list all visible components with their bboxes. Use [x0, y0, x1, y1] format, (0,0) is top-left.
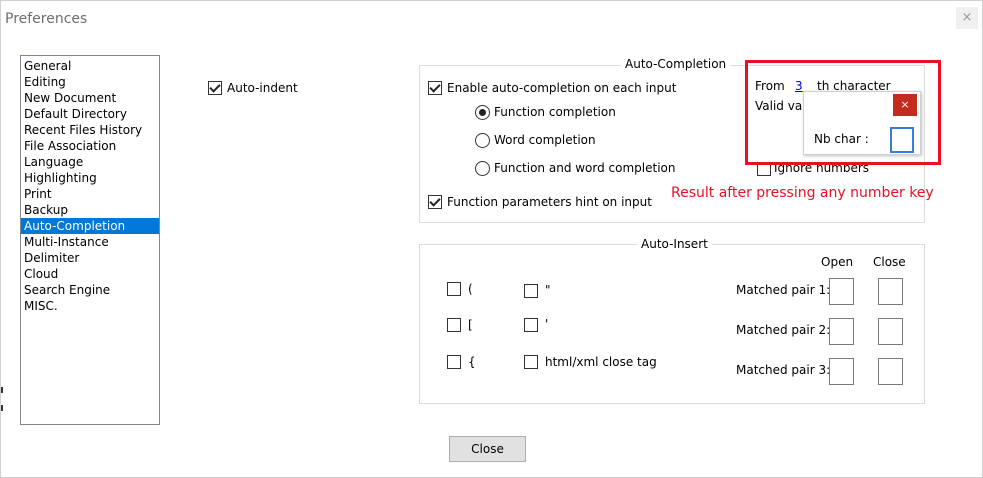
matched-pair-1-label: Matched pair 1:: [736, 283, 831, 297]
category-item-new-document[interactable]: New Document: [21, 90, 159, 106]
category-item-highlighting[interactable]: Highlighting: [21, 170, 159, 186]
category-item-recent-files-history[interactable]: Recent Files History: [21, 122, 159, 138]
auto-indent-label: Auto-indent: [227, 81, 298, 95]
bracket-label: [: [468, 318, 473, 332]
function-parameters-hint-checkbox[interactable]: [428, 195, 442, 209]
category-item-editing[interactable]: Editing: [21, 74, 159, 90]
open-header: Open: [821, 255, 854, 269]
single-quote-label: ': [545, 317, 549, 331]
double-quote-label: ": [545, 283, 551, 297]
matched-pair-2-close-input[interactable]: [878, 318, 903, 345]
window-close-icon[interactable]: ×: [956, 7, 978, 29]
word-completion-radio[interactable]: [475, 133, 490, 148]
word-completion-label: Word completion: [494, 133, 596, 147]
category-item-print[interactable]: Print: [21, 186, 159, 202]
function-completion-radio[interactable]: [475, 105, 490, 120]
matched-pair-3-close-input[interactable]: [878, 358, 903, 385]
paren-label: (: [468, 282, 473, 296]
preferences-window: Preferences × General Editing New Docume…: [0, 0, 983, 478]
single-quote-checkbox[interactable]: [524, 318, 538, 332]
left-edge-mark: [1, 405, 3, 411]
matched-pair-3-label: Matched pair 3:: [736, 363, 831, 377]
function-parameters-hint-label: Function parameters hint on input: [447, 195, 652, 209]
left-edge-mark: [1, 387, 3, 393]
enable-auto-completion-label: Enable auto-completion on each input: [447, 81, 677, 95]
paren-checkbox[interactable]: [447, 282, 461, 296]
matched-pair-1-open-input[interactable]: [829, 278, 854, 305]
auto-completion-title: Auto-Completion: [621, 57, 731, 71]
annotation-note: Result after pressing any number key: [671, 185, 934, 201]
matched-pair-3-open-input[interactable]: [829, 358, 854, 385]
category-item-general[interactable]: General: [21, 58, 159, 74]
function-completion-label: Function completion: [494, 105, 616, 119]
function-and-word-completion-radio[interactable]: [475, 161, 490, 176]
auto-insert-title: Auto-Insert: [637, 237, 712, 251]
brace-checkbox[interactable]: [447, 355, 461, 369]
category-item-delimiter[interactable]: Delimiter: [21, 250, 159, 266]
category-item-misc[interactable]: MISC.: [21, 298, 159, 314]
close-header: Close: [873, 255, 906, 269]
enable-auto-completion-checkbox[interactable]: [428, 81, 442, 95]
category-item-default-directory[interactable]: Default Directory: [21, 106, 159, 122]
matched-pair-1-close-input[interactable]: [878, 278, 903, 305]
category-item-file-association[interactable]: File Association: [21, 138, 159, 154]
brace-label: {: [468, 355, 476, 369]
category-item-backup[interactable]: Backup: [21, 202, 159, 218]
bracket-checkbox[interactable]: [447, 318, 461, 332]
double-quote-checkbox[interactable]: [524, 284, 538, 298]
nb-char-label: Nb char :: [814, 132, 869, 146]
matched-pair-2-open-input[interactable]: [829, 318, 854, 345]
close-button[interactable]: Close: [449, 436, 526, 462]
matched-pair-2-label: Matched pair 2:: [736, 323, 831, 337]
html-close-tag-checkbox[interactable]: [524, 355, 538, 369]
category-list[interactable]: General Editing New Document Default Dir…: [20, 55, 160, 425]
html-close-tag-label: html/xml close tag: [545, 355, 657, 369]
category-item-search-engine[interactable]: Search Engine: [21, 282, 159, 298]
function-and-word-completion-label: Function and word completion: [494, 161, 676, 175]
auto-indent-checkbox[interactable]: [208, 81, 222, 95]
popup-close-icon[interactable]: ×: [893, 94, 917, 116]
category-item-cloud[interactable]: Cloud: [21, 266, 159, 282]
nb-char-input[interactable]: [890, 127, 914, 153]
window-title: Preferences: [5, 11, 88, 27]
category-item-language[interactable]: Language: [21, 154, 159, 170]
category-item-auto-completion[interactable]: Auto-Completion: [21, 218, 159, 234]
nb-char-popup: × Nb char :: [803, 91, 921, 155]
category-item-multi-instance[interactable]: Multi-Instance: [21, 234, 159, 250]
